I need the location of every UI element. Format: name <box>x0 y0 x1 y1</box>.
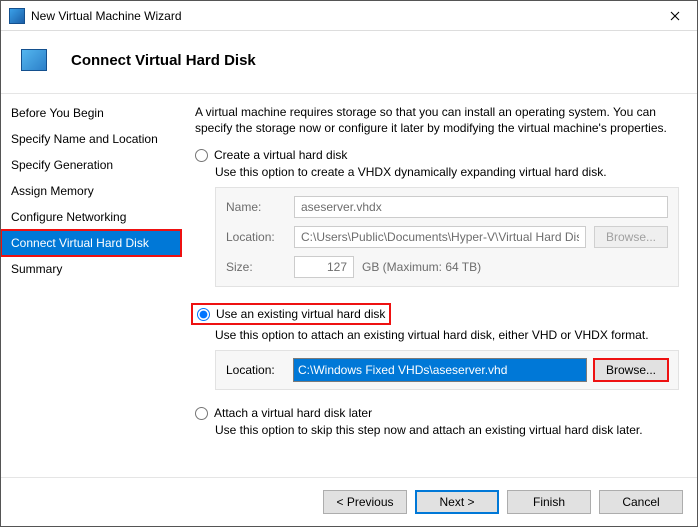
close-button[interactable] <box>652 1 697 31</box>
finish-button[interactable]: Finish <box>507 490 591 514</box>
page-title: Connect Virtual Hard Disk <box>71 52 256 69</box>
radio-later[interactable] <box>195 407 208 420</box>
page-header: Connect Virtual Hard Disk <box>1 31 697 94</box>
create-loc-label: Location: <box>226 230 286 244</box>
create-desc: Use this option to create a VHDX dynamic… <box>215 165 679 179</box>
footer: < Previous Next > Finish Cancel <box>1 477 697 526</box>
step-specify-generation[interactable]: Specify Generation <box>1 152 181 178</box>
option-existing: Use an existing virtual hard disk Use th… <box>195 303 679 390</box>
later-desc: Use this option to skip this step now an… <box>215 423 679 437</box>
app-icon <box>9 8 25 24</box>
existing-loc-input[interactable] <box>294 359 586 381</box>
close-icon <box>670 11 680 21</box>
radio-later-label: Attach a virtual hard disk later <box>214 406 372 420</box>
window-title: New Virtual Machine Wizard <box>31 9 652 23</box>
radio-existing[interactable] <box>197 308 210 321</box>
step-before-you-begin[interactable]: Before You Begin <box>1 100 181 126</box>
option-create: Create a virtual hard disk Use this opti… <box>195 148 679 287</box>
create-name-input <box>294 196 668 218</box>
existing-panel: Location: Browse... <box>215 350 679 390</box>
step-summary[interactable]: Summary <box>1 256 181 282</box>
previous-button[interactable]: < Previous <box>323 490 407 514</box>
existing-loc-label: Location: <box>226 363 286 377</box>
cancel-button[interactable]: Cancel <box>599 490 683 514</box>
create-browse-button: Browse... <box>594 226 668 248</box>
intro-text: A virtual machine requires storage so th… <box>195 104 679 136</box>
next-button[interactable]: Next > <box>415 490 499 514</box>
option-later: Attach a virtual hard disk later Use thi… <box>195 406 679 437</box>
header-icon <box>21 49 47 71</box>
step-connect-vhd[interactable]: Connect Virtual Hard Disk <box>1 230 181 256</box>
existing-desc: Use this option to attach an existing vi… <box>215 328 679 342</box>
titlebar: New Virtual Machine Wizard <box>1 1 697 31</box>
wizard-window: New Virtual Machine Wizard Connect Virtu… <box>0 0 698 527</box>
step-configure-networking[interactable]: Configure Networking <box>1 204 181 230</box>
body: Before You Begin Specify Name and Locati… <box>1 94 697 477</box>
radio-create[interactable] <box>195 149 208 162</box>
wizard-steps: Before You Begin Specify Name and Locati… <box>1 94 181 477</box>
radio-create-label: Create a virtual hard disk <box>214 148 347 162</box>
existing-browse-button[interactable]: Browse... <box>594 359 668 381</box>
create-size-input <box>294 256 354 278</box>
create-size-label: Size: <box>226 260 286 274</box>
step-specify-name[interactable]: Specify Name and Location <box>1 126 181 152</box>
create-loc-input <box>294 226 586 248</box>
create-size-unit: GB (Maximum: 64 TB) <box>362 260 481 274</box>
create-name-label: Name: <box>226 200 286 214</box>
content-pane: A virtual machine requires storage so th… <box>181 94 697 477</box>
step-assign-memory[interactable]: Assign Memory <box>1 178 181 204</box>
create-panel: Name: Location: Browse... Size: GB (Maxi… <box>215 187 679 287</box>
radio-existing-label: Use an existing virtual hard disk <box>216 307 385 321</box>
